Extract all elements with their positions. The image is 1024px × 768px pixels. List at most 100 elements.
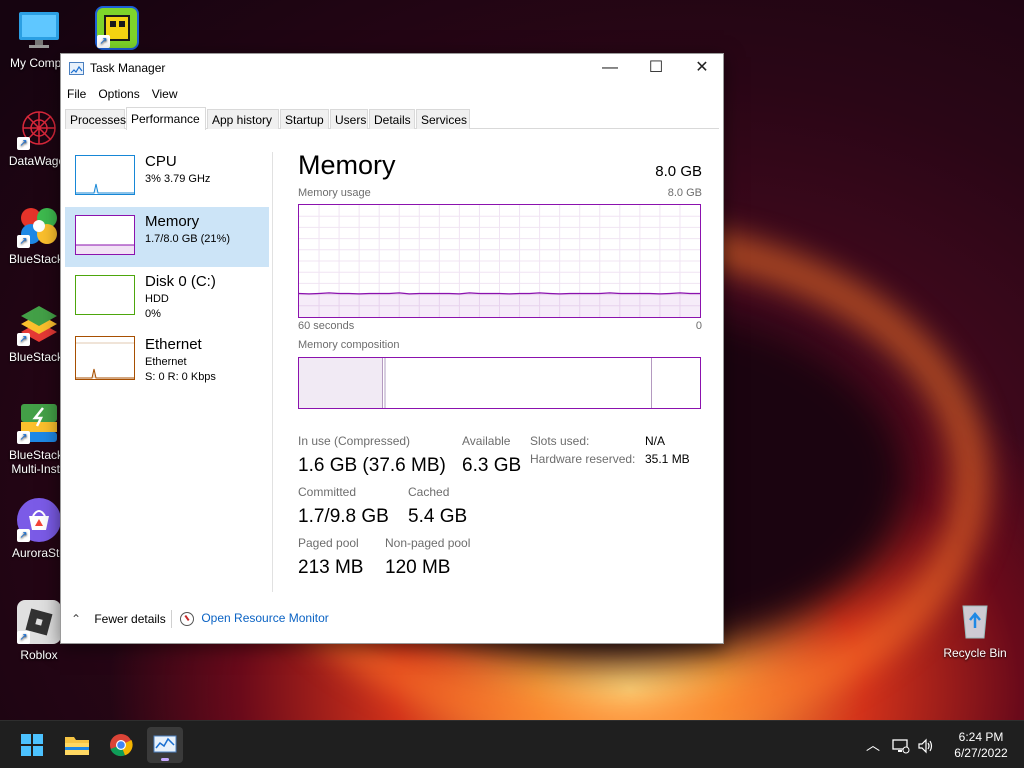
- chevron-up-icon: ⌃: [71, 612, 82, 626]
- aurora-store-icon: ↗: [17, 498, 61, 542]
- task-manager-taskbar-button[interactable]: [147, 727, 183, 763]
- sidebar-item-cpu[interactable]: CPU 3% 3.79 GHz: [65, 147, 269, 207]
- page-title: Memory: [298, 150, 396, 180]
- cpu-thumbnail-graph: [75, 155, 135, 195]
- open-resource-monitor-link[interactable]: Open Resource Monitor: [180, 611, 329, 626]
- open-resource-monitor-label: Open Resource Monitor: [201, 611, 329, 625]
- non-paged-pool-value: 120 MB: [385, 557, 451, 578]
- sidebar-item-detail-2: 0%: [145, 308, 161, 320]
- maximize-button[interactable]: ☐: [633, 54, 679, 84]
- shortcut-arrow-icon: ↗: [17, 235, 30, 248]
- memory-composition-label: Memory composition: [298, 339, 400, 351]
- bluestacks-icon: ↗: [17, 302, 61, 346]
- memory-total: 8.0 GB: [655, 163, 702, 180]
- task-manager-icon: [69, 62, 84, 75]
- clock-date: 6/27/2022: [954, 746, 1008, 760]
- hardware-reserved-value: 35.1 MB: [645, 452, 690, 466]
- tab-strip: Processes Performance App history Startu…: [65, 107, 719, 130]
- start-button[interactable]: [14, 727, 50, 763]
- memory-composition-bar: [298, 357, 701, 409]
- shortcut-arrow-icon: ↗: [17, 333, 30, 346]
- close-button[interactable]: ✕: [679, 54, 725, 84]
- memory-usage-chart: [299, 205, 700, 317]
- desktop-icon-geometry-dash[interactable]: ↗: [82, 6, 152, 54]
- chrome-icon: [110, 734, 133, 757]
- shortcut-arrow-icon: ↗: [97, 35, 110, 48]
- performance-panel: CPU 3% 3.79 GHz Memory 1.7/8.0 GB (21%) …: [61, 130, 723, 600]
- tab-processes[interactable]: Processes: [65, 109, 126, 129]
- fewer-details-label: Fewer details: [94, 612, 166, 626]
- sidebar-item-disk[interactable]: Disk 0 (C:) HDD 0%: [65, 267, 269, 327]
- system-clock[interactable]: 6:24 PM 6/27/2022: [946, 729, 1016, 761]
- available-value: 6.3 GB: [462, 455, 522, 476]
- graph-time-axis-right: 0: [695, 320, 702, 332]
- chevron-up-icon: ︿: [866, 737, 880, 753]
- desktop-icon-label: Roblox: [20, 648, 58, 662]
- sidebar-item-detail: HDD: [145, 293, 169, 305]
- footer-separator: [171, 610, 172, 628]
- available-label: Available: [462, 434, 511, 448]
- paged-pool-value: 213 MB: [298, 557, 364, 578]
- tab-startup[interactable]: Startup: [280, 109, 329, 129]
- tab-performance[interactable]: Performance: [126, 107, 206, 130]
- tab-users[interactable]: Users: [330, 109, 368, 129]
- resource-monitor-icon: [180, 611, 194, 626]
- menu-view[interactable]: View: [146, 84, 184, 101]
- desktop-icon-recycle-bin[interactable]: Recycle Bin: [935, 598, 1015, 660]
- shortcut-arrow-icon: ↗: [17, 529, 30, 542]
- sidebar-item-title: CPU: [145, 153, 177, 170]
- roblox-icon: ↗: [17, 600, 61, 644]
- memory-usage-max: 8.0 GB: [667, 187, 702, 199]
- shortcut-arrow-icon: ↗: [17, 137, 30, 150]
- tab-app-history[interactable]: App history: [207, 109, 279, 129]
- windows-logo-icon: [21, 734, 43, 756]
- file-explorer-button[interactable]: [59, 727, 95, 763]
- title-bar[interactable]: Task Manager — ☐ ✕: [61, 54, 723, 84]
- game-app-icon: ↗: [95, 6, 139, 50]
- menu-file[interactable]: File: [61, 84, 92, 101]
- sidebar-item-detail: 1.7/8.0 GB (21%): [145, 233, 230, 245]
- clock-time: 6:24 PM: [958, 730, 1004, 744]
- sidebar-item-title: Disk 0 (C:): [145, 273, 216, 290]
- slots-used-value: N/A: [645, 434, 666, 448]
- shortcut-arrow-icon: ↗: [17, 631, 30, 644]
- network-icon: [892, 739, 910, 754]
- speaker-icon: [918, 738, 933, 754]
- memory-usage-label: Memory usage: [298, 187, 371, 199]
- composition-modified: [384, 358, 386, 408]
- tab-services[interactable]: Services: [416, 109, 470, 129]
- task-manager-window: Task Manager — ☐ ✕ File Options View Proce…: [60, 53, 724, 644]
- bluestacks-x-icon: ↗: [17, 204, 61, 248]
- minimize-button[interactable]: —: [587, 54, 633, 84]
- sidebar-item-ethernet[interactable]: Ethernet Ethernet S: 0 R: 0 Kbps: [65, 330, 269, 394]
- show-hidden-icons-button[interactable]: ︿: [866, 721, 880, 768]
- sidebar-item-detail-2: S: 0 R: 0 Kbps: [145, 371, 216, 383]
- memory-detail-panel: Memory 8.0 GB Memory usage 8.0 GB 60 sec…: [298, 130, 702, 600]
- composition-standby-divider: [651, 358, 652, 408]
- in-use-value: 1.6 GB (37.6 MB): [298, 455, 446, 476]
- slots-used-label: Slots used:: [530, 434, 590, 448]
- in-use-label: In use (Compressed): [298, 434, 411, 448]
- disk-thumbnail-graph: [75, 275, 135, 315]
- committed-label: Committed: [298, 485, 357, 499]
- bluestacks-multi-instance-icon: ↗: [17, 400, 61, 444]
- tab-details[interactable]: Details: [369, 109, 415, 129]
- sidebar-item-title: Ethernet: [145, 336, 202, 353]
- ethernet-thumbnail-graph: [75, 336, 135, 380]
- network-status-button[interactable]: [892, 721, 910, 768]
- volume-button[interactable]: [917, 721, 935, 768]
- graph-time-axis-left: 60 seconds: [298, 320, 355, 332]
- sidebar-item-memory[interactable]: Memory 1.7/8.0 GB (21%): [65, 207, 269, 267]
- paged-pool-label: Paged pool: [298, 536, 359, 550]
- sidebar-item-detail: Ethernet: [145, 356, 187, 368]
- panel-divider: [272, 152, 273, 592]
- taskbar: ︿ 6:24 PM 6/27/2022: [0, 720, 1024, 768]
- cached-label: Cached: [408, 485, 450, 499]
- memory-thumbnail-graph: [75, 215, 135, 255]
- hardware-reserved-label: Hardware reserved:: [530, 452, 636, 466]
- memory-usage-graph: [298, 204, 701, 318]
- chrome-button[interactable]: [103, 727, 139, 763]
- menu-options[interactable]: Options: [92, 84, 145, 101]
- fewer-details-button[interactable]: ⌃ Fewer details: [71, 612, 166, 626]
- datawagon-icon: ↗: [17, 106, 61, 150]
